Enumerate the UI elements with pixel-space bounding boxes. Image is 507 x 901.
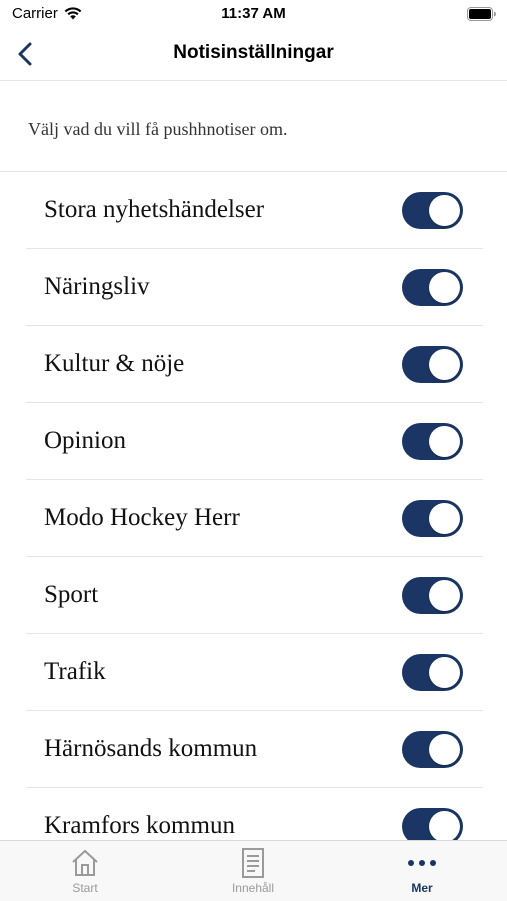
toggle-switch-on[interactable] bbox=[402, 346, 463, 383]
notification-settings-list: Stora nyhetshändelser Näringsliv Kultur … bbox=[0, 172, 507, 865]
setting-label: Härnösands kommun bbox=[44, 735, 258, 762]
toggle-knob bbox=[429, 426, 460, 457]
page-title: Notisinställningar bbox=[173, 42, 334, 63]
toggle-switch-on[interactable] bbox=[402, 577, 463, 614]
toggle-switch-on[interactable] bbox=[402, 731, 463, 768]
setting-row-stora-nyhetshandelser: Stora nyhetshändelser bbox=[26, 172, 483, 249]
toggle-knob bbox=[429, 657, 460, 688]
toggle-knob bbox=[429, 811, 460, 842]
toggle-knob bbox=[429, 503, 460, 534]
battery-icon bbox=[467, 7, 496, 21]
setting-label: Sport bbox=[44, 581, 99, 608]
setting-row-trafik: Trafik bbox=[26, 634, 483, 711]
tab-more[interactable]: Mer bbox=[372, 847, 472, 901]
toggle-knob bbox=[429, 349, 460, 380]
status-bar: Carrier 11:37 AM bbox=[0, 0, 507, 28]
setting-row-harnosands-kommun: Härnösands kommun bbox=[26, 711, 483, 788]
tab-contents[interactable]: Innehåll bbox=[203, 847, 303, 901]
toggle-switch-on[interactable] bbox=[402, 192, 463, 229]
toggle-switch-on[interactable] bbox=[402, 654, 463, 691]
tab-more-label: Mer bbox=[411, 881, 433, 895]
document-list-icon bbox=[242, 848, 264, 878]
setting-row-modo-hockey-herr: Modo Hockey Herr bbox=[26, 480, 483, 557]
navigation-bar: Notisinställningar bbox=[0, 28, 507, 81]
setting-label: Kultur & nöje bbox=[44, 350, 185, 377]
tab-start[interactable]: Start bbox=[35, 847, 135, 901]
more-dots-icon bbox=[408, 860, 436, 866]
toggle-knob bbox=[429, 580, 460, 611]
tab-bar: Start Innehåll Mer bbox=[0, 840, 507, 901]
home-icon bbox=[72, 849, 98, 876]
toggle-switch-on[interactable] bbox=[402, 423, 463, 460]
tab-start-label: Start bbox=[72, 881, 98, 895]
toggle-switch-on[interactable] bbox=[402, 269, 463, 306]
setting-label: Modo Hockey Herr bbox=[44, 504, 240, 531]
setting-label: Opinion bbox=[44, 427, 126, 454]
setting-row-opinion: Opinion bbox=[26, 403, 483, 480]
toggle-knob bbox=[429, 195, 460, 226]
setting-row-naringsliv: Näringsliv bbox=[26, 249, 483, 326]
clock: 11:37 AM bbox=[221, 5, 286, 22]
setting-label: Trafik bbox=[44, 658, 106, 685]
toggle-switch-on[interactable] bbox=[402, 500, 463, 537]
setting-label: Kramfors kommun bbox=[44, 812, 235, 839]
toggle-knob bbox=[429, 272, 460, 303]
setting-label: Stora nyhetshändelser bbox=[44, 196, 265, 223]
setting-row-sport: Sport bbox=[26, 557, 483, 634]
setting-label: Näringsliv bbox=[44, 273, 150, 300]
intro-text: Välj vad du vill få pushhnotiser om. bbox=[28, 119, 288, 139]
intro-section: Välj vad du vill få pushhnotiser om. bbox=[0, 81, 507, 172]
tab-contents-label: Innehåll bbox=[231, 881, 275, 895]
setting-row-kultur-noje: Kultur & nöje bbox=[26, 326, 483, 403]
toggle-knob bbox=[429, 734, 460, 765]
